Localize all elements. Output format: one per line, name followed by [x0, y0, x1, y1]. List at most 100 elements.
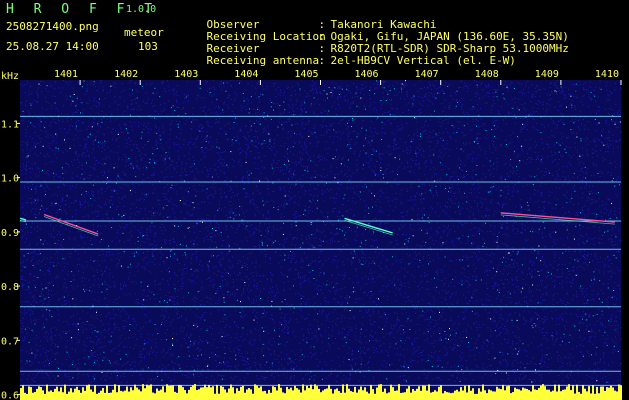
noise-dot: [331, 164, 333, 166]
noise-dot: [344, 286, 346, 288]
noise-dot: [362, 278, 363, 280]
noise-dot: [24, 185, 26, 187]
noise-dot: [155, 211, 157, 213]
noise-dot: [419, 80, 421, 82]
noise-dot: [511, 107, 513, 109]
noise-dot: [542, 256, 543, 257]
noise-dot: [494, 274, 496, 276]
noise-dot: [219, 118, 221, 120]
noise-dot: [81, 122, 83, 124]
noise-dot: [208, 270, 210, 272]
noise-dot: [414, 199, 416, 201]
noise-dot: [109, 340, 111, 342]
noise-dot: [620, 327, 622, 329]
noise-dot: [505, 261, 507, 263]
noise-dot: [488, 191, 490, 193]
noise-dot: [541, 211, 543, 213]
noise-dot: [569, 362, 571, 364]
noise-dot: [52, 160, 54, 162]
noise-dot: [461, 241, 462, 243]
noise-dot: [565, 97, 567, 99]
noise-dot: [556, 186, 557, 188]
noise-dot: [279, 95, 281, 97]
noise-dot: [350, 175, 351, 177]
noise-dot: [545, 111, 547, 113]
noise-dot: [128, 276, 130, 278]
noise-dot: [425, 92, 427, 94]
noise-dot: [414, 338, 416, 339]
noise-dot: [306, 166, 308, 168]
noise-dot: [64, 258, 65, 260]
noise-dot: [57, 362, 58, 364]
noise-dot: [502, 97, 504, 99]
noise-dot: [579, 365, 581, 367]
noise-dot: [132, 89, 133, 91]
noise-dot: [581, 288, 583, 290]
noise-dot: [182, 285, 184, 287]
noise-dot: [388, 145, 390, 146]
noise-dot: [503, 268, 505, 270]
noise-dot: [127, 317, 129, 319]
noise-dot: [91, 152, 93, 154]
noise-dot: [294, 90, 296, 92]
noise-dot: [144, 207, 146, 209]
noise-dot: [61, 241, 63, 243]
noise-dot: [521, 224, 523, 226]
noise-dot: [225, 133, 227, 135]
noise-dot: [512, 229, 514, 231]
noise-dot: [135, 98, 137, 100]
noise-dot: [506, 203, 507, 205]
noise-dot: [606, 344, 608, 346]
noise-dot: [327, 216, 329, 218]
noise-dot: [79, 236, 81, 238]
noise-dot: [172, 301, 174, 303]
noise-dot: [320, 124, 322, 126]
noise-dot: [476, 312, 478, 314]
noise-dot: [126, 143, 128, 145]
noise-dot: [224, 206, 226, 208]
noise-dot: [42, 314, 44, 316]
noise-dot: [474, 218, 476, 220]
noise-dot: [380, 207, 382, 209]
noise-dot: [431, 161, 433, 163]
noise-dot: [96, 106, 97, 108]
noise-dot: [531, 270, 533, 272]
noise-dot: [118, 296, 120, 298]
noise-dot: [526, 350, 528, 352]
noise-dot: [476, 289, 478, 291]
noise-dot: [496, 158, 498, 159]
noise-dot: [190, 166, 191, 168]
noise-dot: [604, 159, 606, 160]
noise-dot: [287, 178, 289, 179]
noise-dot: [301, 152, 303, 154]
noise-dot: [461, 352, 463, 354]
noise-dot: [104, 260, 106, 262]
noise-dot: [241, 222, 243, 224]
noise-dot: [110, 89, 111, 91]
noise-dot: [112, 204, 113, 206]
noise-dot: [44, 190, 46, 192]
noise-dot: [58, 231, 60, 233]
noise-dot: [367, 191, 369, 193]
noise-dot: [247, 222, 249, 224]
noise-dot: [145, 322, 147, 323]
noise-dot: [364, 243, 366, 245]
noise-dot: [171, 296, 173, 298]
noise-dot: [455, 198, 457, 200]
noise-dot: [176, 257, 178, 259]
noise-dot: [594, 280, 596, 282]
noise-dot: [290, 377, 291, 379]
noise-dot: [220, 197, 222, 199]
noise-dot: [338, 179, 339, 181]
noise-dot: [383, 296, 385, 298]
noise-dot: [451, 260, 453, 262]
noise-dot: [586, 302, 588, 304]
noise-dot: [116, 166, 118, 168]
noise-dot: [64, 257, 66, 259]
noise-dot: [472, 275, 474, 277]
noise-dot: [83, 236, 85, 238]
noise-dot: [236, 94, 238, 96]
noise-dot: [592, 377, 594, 379]
noise-dot: [142, 167, 144, 169]
noise-dot: [611, 238, 613, 240]
